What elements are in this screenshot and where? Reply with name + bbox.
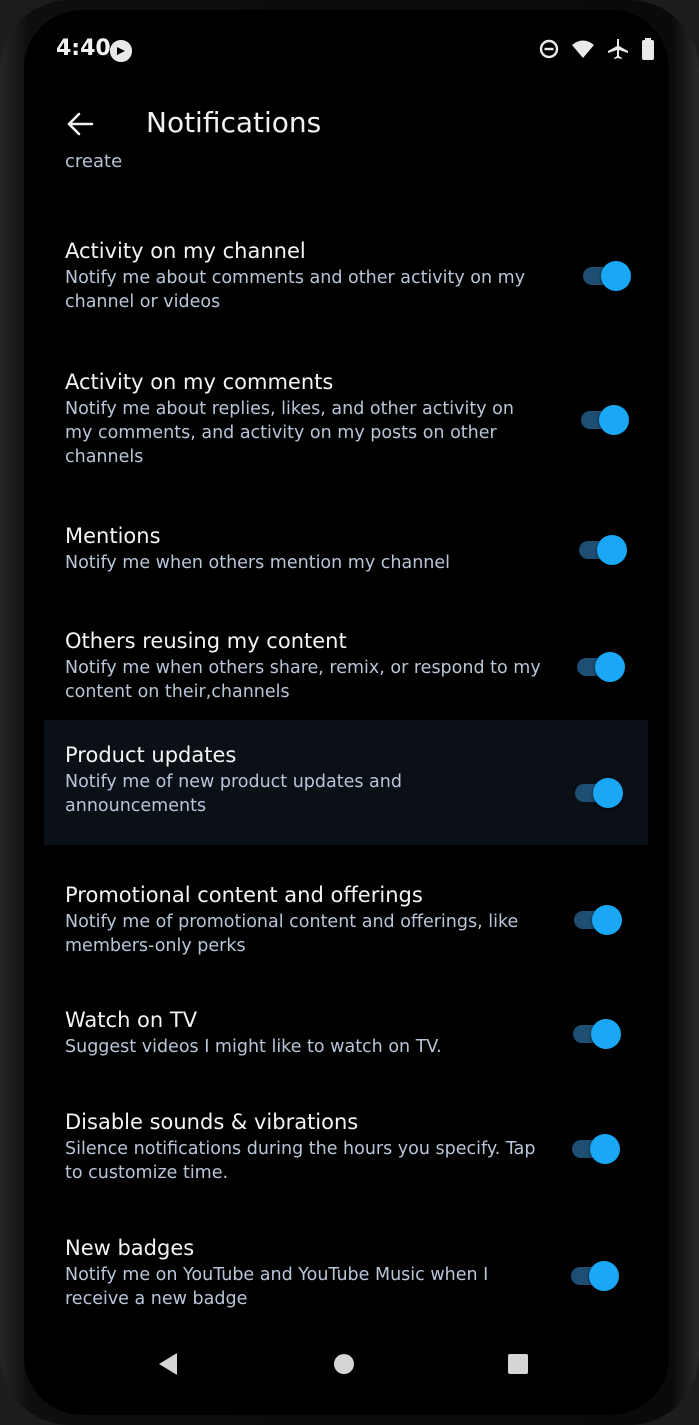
setting-disable-sounds-vibrations[interactable]: Disable sounds & vibrations Silence noti…	[44, 1093, 648, 1203]
toggle-switch[interactable]	[577, 652, 625, 682]
setting-activity-on-my-channel[interactable]: Activity on my channel Notify me about c…	[44, 222, 648, 332]
toggle-thumb	[599, 405, 629, 435]
toggle-switch[interactable]	[573, 1019, 621, 1049]
nav-recents-button[interactable]	[498, 1344, 538, 1384]
page-title: Notifications	[146, 106, 322, 139]
setting-title: Activity on my comments	[65, 370, 334, 394]
status-time: 4:40	[56, 36, 111, 61]
setting-description: Notify me when others share, remix, or r…	[65, 658, 541, 702]
setting-watch-on-tv[interactable]: Watch on TV Suggest videos I might like …	[44, 991, 648, 1081]
app-notification-icon	[110, 40, 132, 62]
setting-description: Suggest videos I might like to watch on …	[65, 1037, 442, 1057]
setting-description: Notify me of new product updates and ann…	[65, 772, 402, 816]
setting-new-badges[interactable]: New badges Notify me on YouTube and YouT…	[44, 1219, 648, 1329]
toggle-thumb	[593, 778, 623, 808]
wifi-icon	[571, 39, 595, 63]
setting-title: Promotional content and offerings	[65, 883, 423, 907]
partial-setting-text: create	[65, 151, 123, 172]
battery-icon	[641, 38, 655, 64]
toggle-switch[interactable]	[579, 535, 627, 565]
toggle-thumb	[589, 1261, 619, 1291]
toggle-thumb	[591, 1019, 621, 1049]
toggle-switch[interactable]	[581, 405, 629, 435]
toggle-switch[interactable]	[572, 1134, 620, 1164]
setting-promotional-content[interactable]: Promotional content and offerings Notify…	[44, 866, 648, 976]
toggle-switch[interactable]	[574, 905, 622, 935]
phone-bezel: 4:40 Notifications create Activity on my…	[0, 0, 699, 1425]
nav-home-button[interactable]	[324, 1344, 364, 1384]
toggle-switch[interactable]	[571, 1261, 619, 1291]
toggle-switch[interactable]	[575, 778, 623, 808]
setting-description: Notify me of promotional content and off…	[65, 912, 519, 956]
setting-others-reusing-my-content[interactable]: Others reusing my content Notify me when…	[44, 612, 648, 722]
toggle-switch[interactable]	[583, 261, 631, 291]
toggle-thumb	[592, 905, 622, 935]
setting-title: Product updates	[65, 743, 237, 767]
phone-screen: 4:40 Notifications create Activity on my…	[24, 10, 669, 1415]
back-button[interactable]	[60, 104, 100, 144]
setting-title: Watch on TV	[65, 1008, 198, 1032]
setting-description: Notify me about comments and other activ…	[65, 268, 526, 312]
setting-title: Mentions	[65, 524, 161, 548]
nav-recents-icon	[508, 1354, 528, 1374]
setting-title: Activity on my channel	[65, 239, 306, 263]
back-arrow-icon	[67, 112, 94, 136]
setting-title: Disable sounds & vibrations	[65, 1110, 359, 1134]
nav-home-icon	[334, 1354, 354, 1374]
status-icons	[539, 38, 655, 64]
setting-description: Notify me on YouTube and YouTube Music w…	[65, 1265, 489, 1309]
nav-back-icon	[159, 1353, 177, 1375]
toggle-thumb	[590, 1134, 620, 1164]
setting-title: New badges	[65, 1236, 195, 1260]
nav-back-button[interactable]	[148, 1344, 188, 1384]
toggle-thumb	[601, 261, 631, 291]
do-not-disturb-icon	[539, 39, 559, 63]
setting-description: Notify me about replies, likes, and othe…	[65, 399, 514, 467]
status-bar: 4:40	[24, 10, 669, 90]
airplane-mode-icon	[607, 38, 629, 64]
app-bar: Notifications	[24, 92, 669, 156]
toggle-thumb	[597, 535, 627, 565]
toggle-thumb	[595, 652, 625, 682]
setting-mentions[interactable]: Mentions Notify me when others mention m…	[44, 507, 648, 597]
setting-title: Others reusing my content	[65, 629, 347, 653]
navigation-bar	[24, 1330, 669, 1390]
setting-description: Silence notifications during the hours y…	[65, 1139, 536, 1183]
setting-product-updates[interactable]: Product updates Notify me of new product…	[44, 720, 648, 845]
setting-activity-on-my-comments[interactable]: Activity on my comments Notify me about …	[44, 353, 648, 493]
setting-description: Notify me when others mention my channel	[65, 553, 450, 573]
